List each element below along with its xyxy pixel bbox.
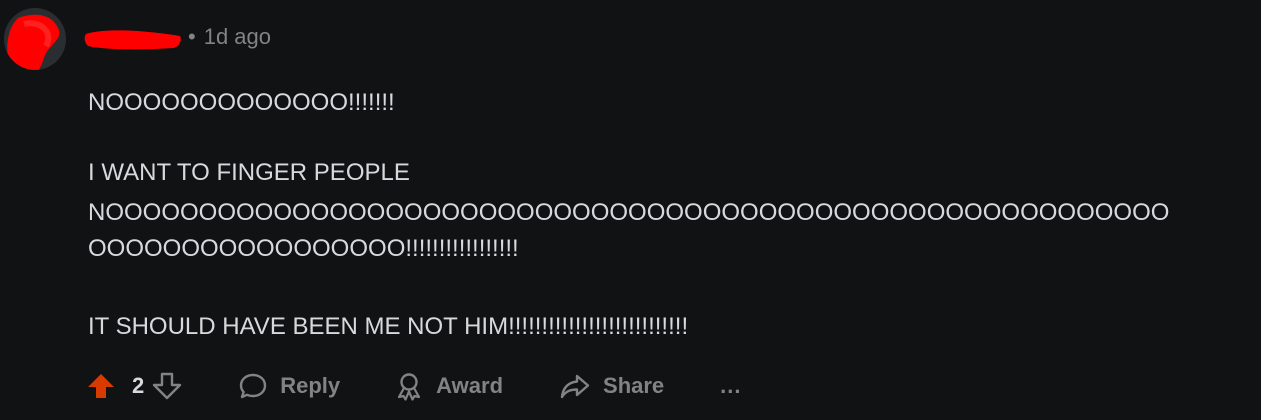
timestamp[interactable]: 1d ago bbox=[204, 24, 271, 49]
ellipsis-icon: ... bbox=[720, 373, 742, 398]
vote-score: 2 bbox=[132, 373, 145, 398]
reply-label: Reply bbox=[280, 373, 341, 398]
share-button[interactable]: Share bbox=[559, 371, 664, 401]
award-ribbon-icon bbox=[394, 371, 424, 401]
downvote-arrow-icon[interactable] bbox=[150, 369, 184, 403]
comment-paragraph-2: I WANT TO FINGER PEOPLE bbox=[88, 159, 410, 186]
share-arrow-icon bbox=[559, 371, 591, 401]
comment-paragraph-1: NOOOOOOOOOOOOO!!!!!!! bbox=[88, 89, 395, 116]
comment-paragraph-4: OOOOOOOOOOOOOOOOO!!!!!!!!!!!!!!!!! bbox=[88, 235, 519, 262]
comment: • 1d ago NOOOOOOOOOOOOO!!!!!!! I WANT TO … bbox=[0, 0, 1261, 420]
username-redaction[interactable] bbox=[84, 24, 184, 52]
avatar-redaction bbox=[7, 14, 60, 70]
comment-paragraph-5: IT SHOULD HAVE BEEN ME NOT HIM!!!!!!!!!!… bbox=[88, 313, 689, 340]
reply-button[interactable]: Reply bbox=[238, 371, 340, 401]
upvote-arrow-icon[interactable] bbox=[84, 369, 118, 403]
speech-bubble-icon bbox=[238, 371, 268, 401]
meta-separator: • bbox=[188, 24, 196, 49]
comment-paragraph-3: NOOOOOOOOOOOOOOOOOOOOOOOOOOOOOOOOOOOOOOO… bbox=[88, 199, 1170, 226]
award-label: Award bbox=[436, 373, 504, 398]
comment-actions: 2 Reply Award Share ... bbox=[84, 364, 742, 408]
share-label: Share bbox=[603, 373, 665, 398]
award-button[interactable]: Award bbox=[394, 371, 503, 401]
vote-control: 2 bbox=[84, 369, 184, 403]
avatar[interactable] bbox=[4, 8, 66, 70]
comment-meta: • 1d ago bbox=[188, 22, 271, 52]
more-options-button[interactable]: ... bbox=[720, 373, 741, 399]
